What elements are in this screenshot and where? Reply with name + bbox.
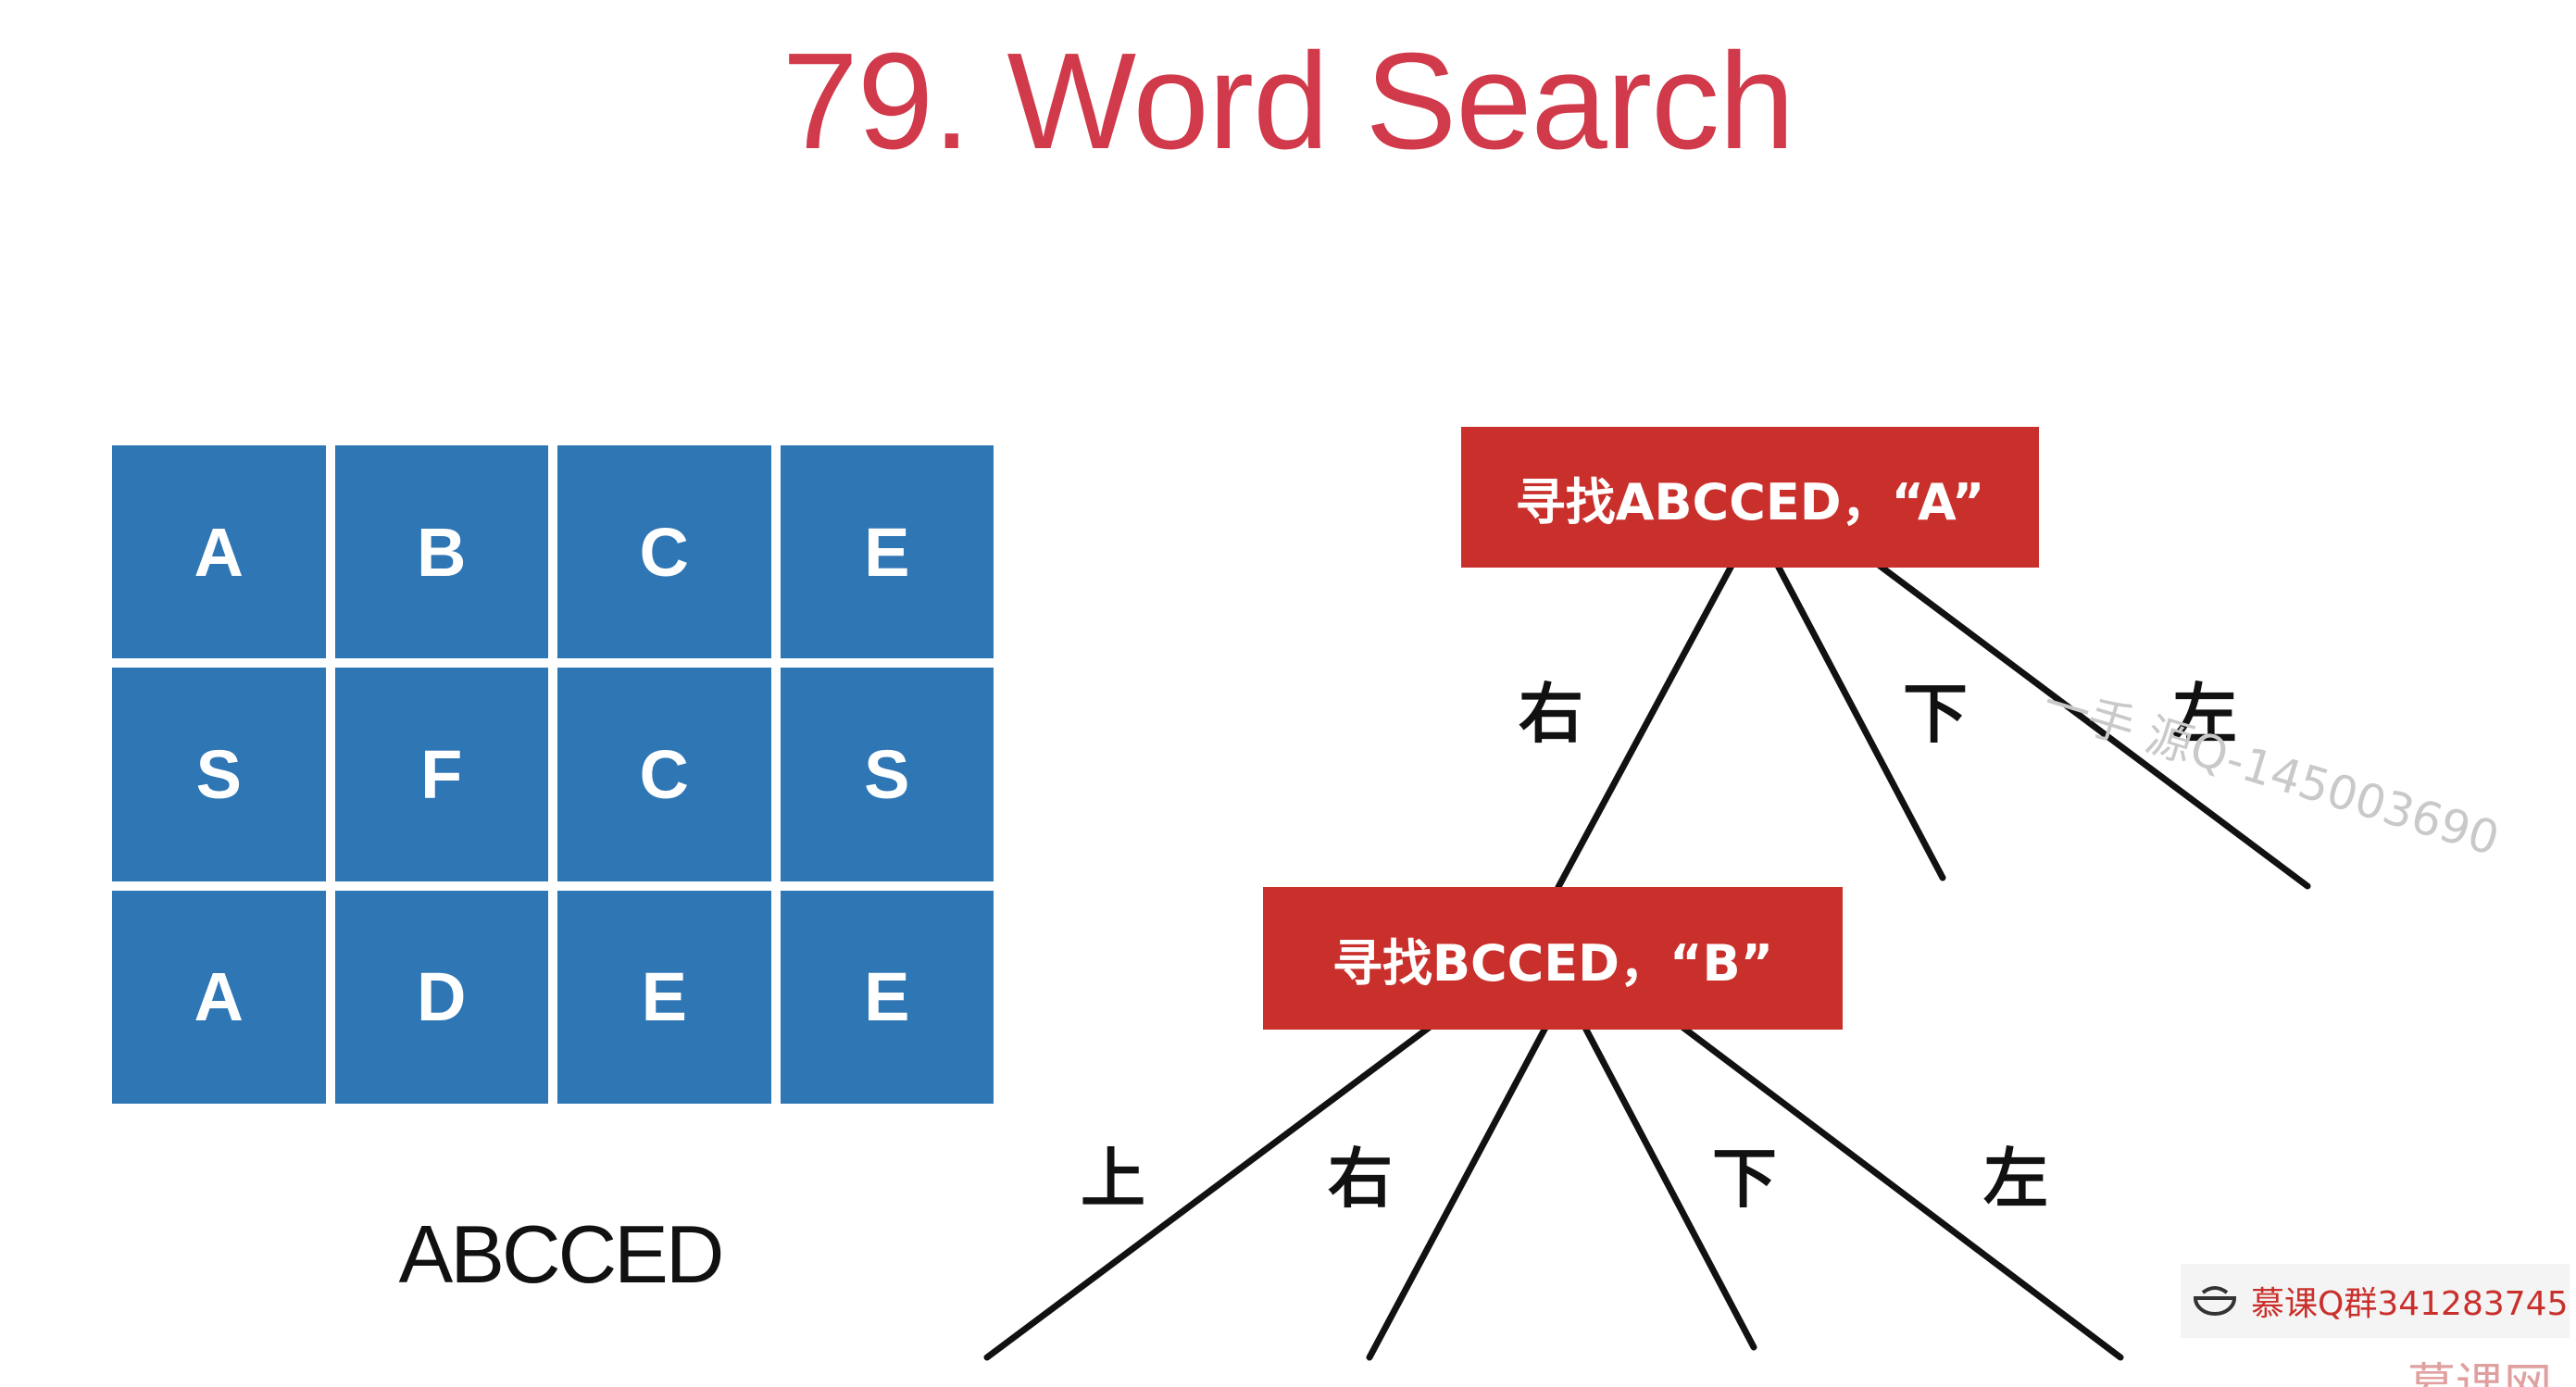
edge-label-left: 左 bbox=[1983, 1141, 2048, 1217]
edge-label-down: 下 bbox=[1903, 676, 1968, 752]
edge-label-right: 右 bbox=[1519, 676, 1583, 752]
badge-label: 慕课Q群341283745 bbox=[2251, 1285, 2569, 1323]
edge-b-right bbox=[1366, 1024, 1549, 1361]
edge-label-up: 上 bbox=[1081, 1141, 1145, 1217]
edge-root-right bbox=[1555, 562, 1735, 891]
tree-node-b: 寻找BCCED，“B” bbox=[1263, 887, 1843, 1030]
edge-label-right: 右 bbox=[1328, 1141, 1393, 1217]
edge-label-down: 下 bbox=[1712, 1141, 1777, 1217]
bowl-icon bbox=[2193, 1286, 2237, 1316]
brand-logo-text: 慕课网 bbox=[2407, 1359, 2553, 1387]
tree-node-root: 寻找ABCCED，“A” bbox=[1461, 427, 2039, 568]
qq-group-badge: 慕课Q群341283745 bbox=[2181, 1264, 2570, 1338]
